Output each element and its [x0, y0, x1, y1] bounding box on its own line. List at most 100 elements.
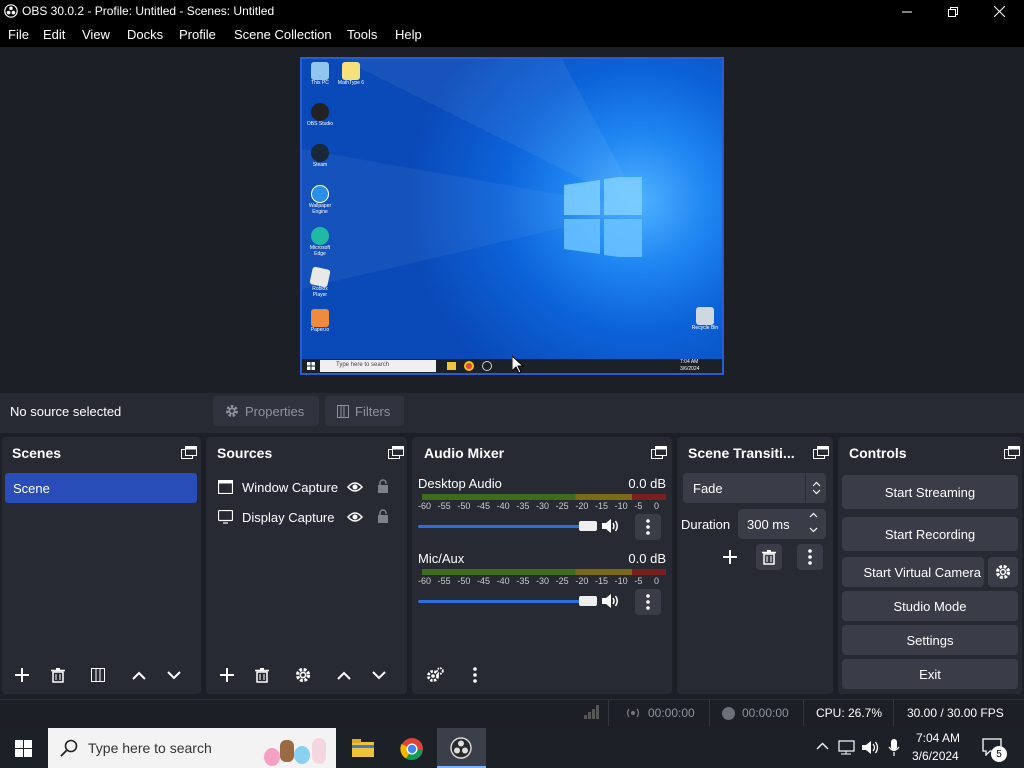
title-bar[interactable]: OBS 30.0.2 - Profile: Untitled - Scenes:… — [0, 0, 1024, 23]
menu-profile[interactable]: Profile — [179, 27, 216, 42]
desktop-icon-this-pc: This PC — [305, 62, 335, 86]
settings-button[interactable]: Settings — [842, 625, 1018, 655]
spin-up-icon[interactable] — [809, 512, 818, 518]
speaker-icon[interactable] — [602, 594, 620, 608]
menu-edit[interactable]: Edit — [43, 27, 65, 42]
transition-properties-button[interactable] — [797, 544, 823, 570]
audio-mixer-menu-button[interactable] — [462, 662, 488, 688]
record-indicator-icon — [722, 707, 735, 720]
chevron-up-icon[interactable] — [816, 742, 829, 750]
move-scene-down-button[interactable] — [161, 662, 187, 688]
duration-spinbox[interactable]: 300 ms — [738, 509, 826, 539]
properties-button[interactable]: Properties — [213, 396, 319, 426]
close-button[interactable] — [976, 0, 1022, 23]
meter-scale-label: -40 — [496, 576, 510, 586]
volume-slider[interactable] — [418, 600, 590, 603]
taskbar-clock-date[interactable]: 3/6/2024 — [912, 749, 959, 763]
desktop-icon-roblox: Roblox Player — [305, 266, 335, 298]
remove-source-button[interactable] — [249, 662, 275, 688]
menu-docks[interactable]: Docks — [127, 27, 163, 42]
taskbar-clock-time[interactable]: 7:04 AM — [916, 731, 960, 745]
audio-mixer-toolbar — [412, 658, 672, 694]
source-item-window-capture[interactable]: Window Capture — [209, 473, 404, 501]
channel-menu-button[interactable] — [635, 589, 661, 615]
obs-taskbar-button[interactable] — [437, 728, 486, 768]
virtual-camera-settings-button[interactable] — [988, 557, 1018, 587]
meter-scale-label: -10 — [614, 576, 628, 586]
start-streaming-button[interactable]: Start Streaming — [842, 475, 1018, 509]
windows-start-icon — [15, 740, 32, 757]
eye-icon[interactable] — [347, 481, 363, 493]
move-source-up-button[interactable] — [331, 662, 357, 688]
audio-mixer-undock-icon[interactable] — [651, 446, 667, 459]
preview-search-box: Type here to search — [320, 360, 436, 372]
menu-view[interactable]: View — [82, 27, 110, 42]
volume-icon[interactable] — [862, 740, 880, 755]
network-icon[interactable] — [838, 740, 855, 755]
chevron-up-icon — [132, 671, 146, 680]
unlock-icon[interactable] — [377, 479, 389, 493]
kebab-icon — [646, 519, 650, 535]
meter-scale-label: -50 — [457, 501, 471, 511]
trash-icon — [51, 667, 65, 683]
transitions-undock-icon[interactable] — [813, 446, 829, 459]
studio-mode-button[interactable]: Studio Mode — [842, 591, 1018, 621]
eye-icon[interactable] — [347, 511, 363, 523]
windows-logo-icon — [564, 177, 642, 257]
exit-button[interactable]: Exit — [842, 659, 1018, 689]
sources-undock-icon[interactable] — [388, 446, 404, 459]
remove-scene-button[interactable] — [45, 662, 71, 688]
meter-scale-label: -15 — [595, 576, 609, 586]
controls-undock-icon[interactable] — [1004, 446, 1020, 459]
menu-help[interactable]: Help — [395, 27, 422, 42]
move-source-down-button[interactable] — [366, 662, 392, 688]
spin-down-icon[interactable] — [809, 527, 818, 533]
add-transition-button[interactable] — [717, 544, 743, 570]
notification-badge: 5 — [991, 746, 1007, 762]
scenes-undock-icon[interactable] — [181, 446, 197, 459]
filters-button[interactable]: Filters — [325, 396, 404, 426]
meter-scale: -60 -55 -50 -45 -40 -35 -30 -25 -20 -15 -10 -5 0 — [418, 576, 668, 588]
obs-logo-icon — [4, 4, 18, 18]
preview-canvas[interactable]: This PC MathType 6 OBS Studio Steam Wall… — [300, 57, 724, 375]
minimize-button[interactable] — [884, 0, 930, 23]
recording-time: 00:00:00 — [742, 706, 789, 720]
menu-scene-collection[interactable]: Scene Collection — [234, 27, 332, 42]
status-divider — [803, 700, 804, 726]
volume-meter — [422, 569, 666, 575]
meter-scale-label: -15 — [595, 501, 609, 511]
add-scene-button[interactable] — [9, 662, 35, 688]
meter-scale-label: -35 — [516, 501, 530, 511]
start-button[interactable] — [15, 740, 32, 757]
sources-title: Sources — [217, 445, 273, 461]
speaker-icon[interactable] — [602, 519, 620, 533]
restore-button[interactable] — [930, 0, 976, 23]
start-recording-button[interactable]: Start Recording — [842, 517, 1018, 551]
menu-file[interactable]: File — [8, 27, 29, 42]
source-item-display-capture[interactable]: Display Capture — [209, 503, 404, 531]
start-virtual-camera-button[interactable]: Start Virtual Camera — [842, 557, 984, 587]
chevron-up-icon — [337, 671, 351, 680]
advanced-audio-properties-button[interactable] — [422, 662, 448, 688]
add-source-button[interactable] — [214, 662, 240, 688]
move-scene-up-button[interactable] — [126, 662, 152, 688]
volume-slider-handle[interactable] — [579, 596, 597, 606]
unlock-icon[interactable] — [377, 509, 389, 523]
volume-slider-handle[interactable] — [579, 521, 597, 531]
volume-slider[interactable] — [418, 525, 590, 528]
scene-item[interactable]: Scene — [5, 473, 197, 503]
taskbar-search-box[interactable]: Type here to search — [48, 728, 336, 768]
transition-select[interactable]: Fade — [683, 473, 826, 503]
meter-scale-label: 0 — [654, 501, 660, 511]
broadcast-icon — [626, 708, 640, 718]
source-properties-button[interactable] — [290, 662, 316, 688]
channel-menu-button[interactable] — [635, 514, 661, 540]
file-explorer-icon[interactable] — [352, 739, 374, 757]
channel-db: 0.0 dB — [628, 551, 666, 566]
menu-tools[interactable]: Tools — [347, 27, 377, 42]
chrome-icon[interactable] — [400, 737, 424, 761]
meter-scale-label: -55 — [437, 576, 451, 586]
scene-filters-button[interactable] — [85, 662, 111, 688]
microphone-icon[interactable] — [888, 739, 900, 756]
remove-transition-button[interactable] — [756, 544, 782, 570]
